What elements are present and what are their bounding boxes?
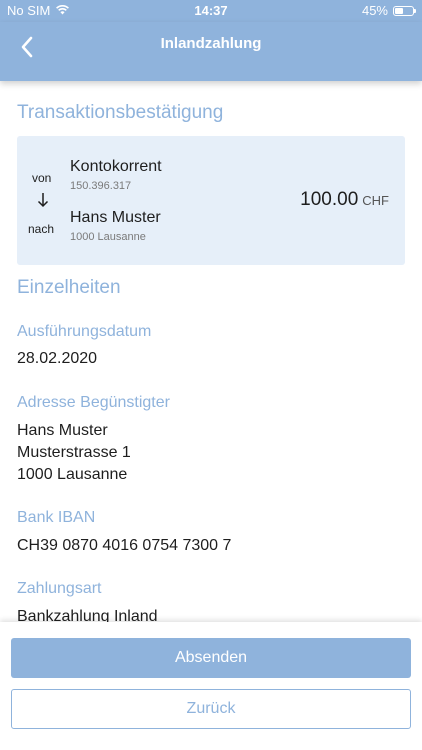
amount-value: 100.00 (300, 189, 359, 210)
back-secondary-button[interactable]: Zurück (11, 689, 411, 729)
execution-date-value: 28.02.2020 (17, 350, 98, 367)
payment-type-value: Bankzahlung Inland (17, 608, 158, 622)
amount: 100.00 CHF (300, 189, 389, 211)
address-line-1: Hans Muster (17, 422, 108, 439)
from-account-number: 150.396.317 (70, 180, 132, 192)
iban-label: Bank IBAN (17, 509, 96, 526)
scroll-content[interactable]: Transaktionsbestätigung von nach Kontoko… (0, 81, 422, 622)
battery-icon (393, 5, 416, 16)
payment-type-label: Zahlungsart (17, 580, 102, 597)
address-line-3: 1000 Lausanne (17, 466, 128, 483)
to-label: nach (28, 222, 55, 236)
from-label: von (32, 171, 52, 185)
to-account-city: 1000 Lausanne (70, 231, 146, 243)
page-title: Inlandzahlung (160, 35, 262, 52)
details-title: Einzelheiten (17, 277, 121, 298)
confirmation-title: Transaktionsbestätigung (17, 102, 224, 123)
transaction-card: von nach Kontokorrent 150.396.317 Hans M… (17, 136, 405, 265)
status-time: 14:37 (194, 3, 228, 18)
amount-currency: CHF (362, 193, 389, 208)
status-right: 45% (361, 3, 416, 18)
to-account-name: Hans Muster (70, 209, 161, 226)
nav-bar: Inlandzahlung (0, 22, 422, 81)
address-line-2: Musterstrasse 1 (17, 444, 131, 461)
status-bar: No SIM 14:37 45% (0, 0, 422, 22)
battery-percent: 45% (361, 3, 388, 18)
action-footer: Absenden Zurück (0, 622, 422, 750)
execution-date-label: Ausführungsdatum (17, 323, 152, 340)
address-label: Adresse Begünstigter (17, 394, 170, 411)
iban-value: CH39 0870 4016 0754 7300 7 (17, 537, 232, 554)
battery-level (395, 7, 403, 14)
arrow-down-icon (37, 192, 49, 213)
from-account-name: Kontokorrent (70, 158, 162, 175)
submit-button[interactable]: Absenden (11, 638, 411, 678)
